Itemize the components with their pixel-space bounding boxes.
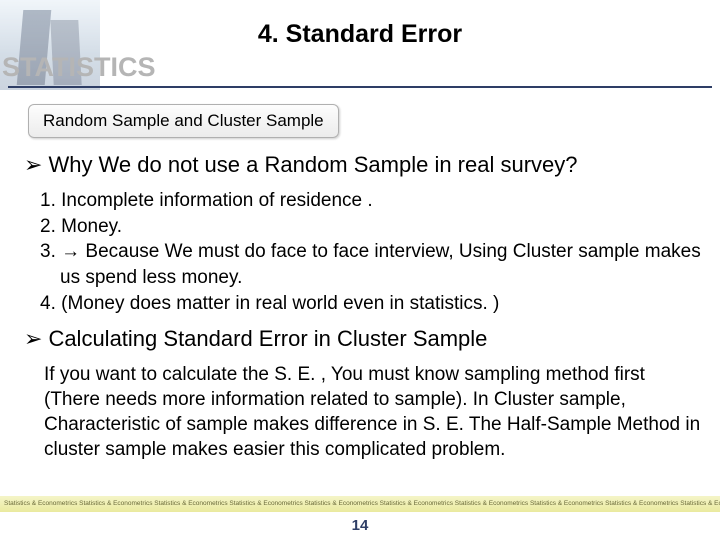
section2-heading-text: Calculating Standard Error in Cluster Sa… [48, 326, 487, 351]
page-number: 14 [352, 517, 369, 534]
section2-body: If you want to calculate the S. E. , You… [18, 362, 702, 462]
section2-heading: ➢Calculating Standard Error in Cluster S… [18, 326, 702, 352]
list-item: 4. (Money does matter in real world even… [28, 291, 702, 317]
subsection-pill: Random Sample and Cluster Sample [28, 104, 339, 138]
list-item: 3. → Because We must do face to face int… [28, 239, 702, 290]
footer-band: Statistics & Econometrics Statistics & E… [0, 496, 720, 512]
triangle-bullet-icon: ➢ [24, 152, 42, 177]
list-item: 2. Money. [28, 214, 702, 240]
statistics-label: STATISTICS [2, 52, 156, 83]
slide-title: 4. Standard Error [258, 20, 462, 49]
triangle-bullet-icon: ➢ [24, 326, 42, 351]
content-area: Random Sample and Cluster Sample ➢Why We… [0, 90, 720, 463]
list-item: 1. Incomplete information of residence . [28, 188, 702, 214]
header: STATISTICS 4. Standard Error [0, 0, 720, 90]
section1-heading: ➢Why We do not use a Random Sample in re… [18, 152, 702, 178]
section1-heading-text: Why We do not use a Random Sample in rea… [48, 152, 577, 177]
title-underline [8, 86, 712, 88]
